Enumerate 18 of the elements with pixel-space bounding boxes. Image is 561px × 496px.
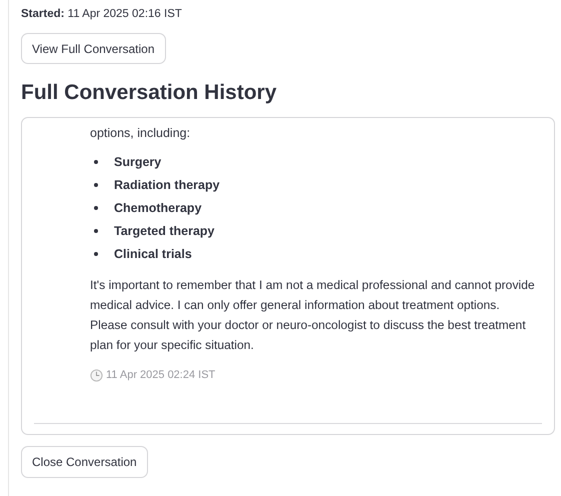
message-text: It's important to remember that I am not a medical professional and cannot provide medical advice. I can only offer general information about treatment options. Please consult with your doctor or neuro-oncologist to discuss the best treatment plan for your specific situation.	[90, 277, 536, 354]
close-conversation-button[interactable]: Close Conversation	[21, 446, 148, 478]
bullet-icon	[94, 183, 98, 187]
started-text: Started: 11 Apr 2025 02:16 IST	[21, 7, 183, 22]
message-timestamp: 11 Apr 2025 02:24 IST	[106, 368, 216, 383]
list-item: Radiation therapy	[114, 176, 220, 194]
bullet-icon	[94, 229, 98, 233]
list-item: Surgery	[114, 154, 162, 171]
bullet-icon	[94, 252, 98, 256]
list-item: Clinical trials	[114, 246, 192, 263]
bullet-icon	[94, 160, 98, 164]
bullet-icon	[94, 206, 98, 210]
view-conversation-button[interactable]: View Full Conversation	[21, 33, 166, 64]
list-item: Chemotherapy	[114, 200, 202, 217]
list-item: Targeted therapy	[114, 222, 214, 240]
section-heading: Full Conversation History	[21, 82, 278, 104]
message-text: options, including:	[90, 125, 192, 142]
clock-icon	[90, 368, 103, 382]
